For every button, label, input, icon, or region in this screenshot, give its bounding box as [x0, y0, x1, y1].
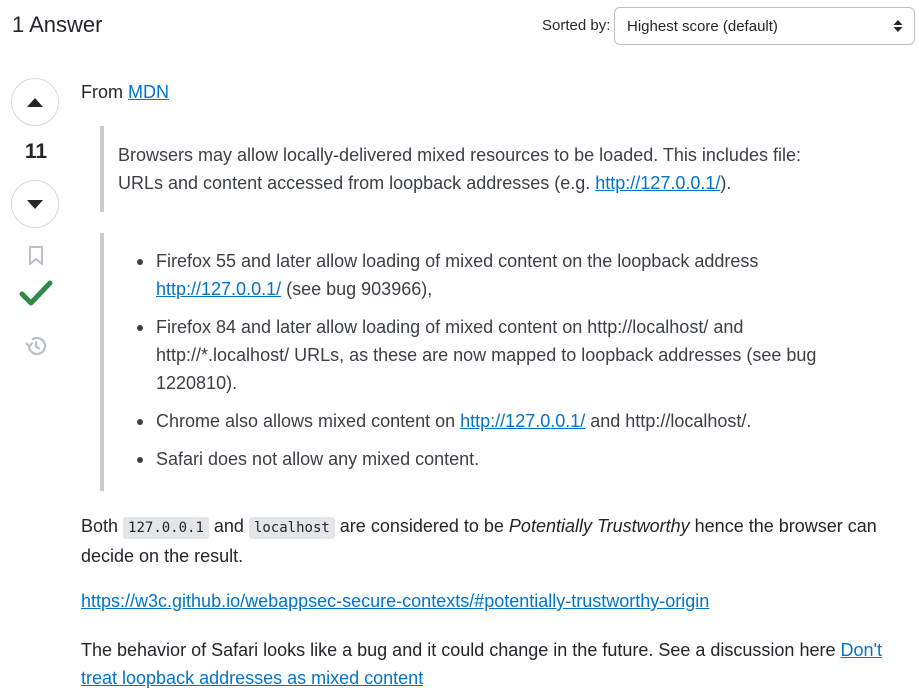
loopback-link[interactable]: http://127.0.0.1/ [595, 173, 720, 193]
paragraph-text: The behavior of Safari looks like a bug … [81, 640, 841, 660]
list-item-chrome: Chrome also allows mixed content on http… [137, 407, 876, 435]
checkmark-icon [19, 280, 53, 306]
list-item-suffix: (see bug 903966), [281, 279, 433, 299]
answers-count-heading: 1 Answer [12, 12, 103, 37]
spec-link-paragraph: https://w3c.github.io/webappsec-secure-c… [81, 587, 709, 615]
quote-paragraph: Browsers may allow locally-delivered mix… [118, 141, 838, 197]
blockquote-browser-list: Firefox 55 and later allow loading of mi… [100, 233, 860, 491]
browser-list: Firefox 55 and later allow loading of mi… [118, 247, 876, 483]
list-item-firefox-55: Firefox 55 and later allow loading of mi… [137, 247, 876, 303]
list-item-text: Safari does not allow any mixed content. [156, 449, 480, 469]
sort-select-value: Highest score (default) [627, 18, 778, 35]
mdn-link[interactable]: MDN [128, 82, 169, 102]
downvote-button[interactable] [11, 180, 59, 228]
list-item-suffix: and http://localhost/. [585, 411, 752, 431]
spec-link[interactable]: https://w3c.github.io/webappsec-secure-c… [81, 591, 709, 611]
vote-count: 11 [24, 140, 48, 163]
upvote-button[interactable] [11, 78, 59, 126]
sort-label: Sorted by: [542, 17, 611, 34]
quote-suffix: ). [720, 173, 732, 193]
intro-text: From [81, 82, 128, 102]
history-icon[interactable] [24, 334, 48, 358]
loopback-link[interactable]: http://127.0.0.1/ [156, 279, 281, 299]
list-item-text: Firefox 55 and later allow loading of mi… [156, 251, 759, 271]
blockquote-mdn: Browsers may allow locally-delivered mix… [100, 126, 860, 212]
sort-arrows-icon [893, 20, 903, 32]
vote-column: 11 [0, 70, 72, 390]
bookmark-icon[interactable] [27, 245, 45, 267]
intro-paragraph: From MDN [81, 78, 169, 106]
code-loopback-ip: 127.0.0.1 [123, 517, 209, 539]
list-item-text: Firefox 84 and later allow loading of mi… [156, 317, 817, 393]
sort-select[interactable]: Highest score (default) [614, 7, 915, 45]
list-item-safari: Safari does not allow any mixed content. [137, 445, 876, 473]
emphasis-text: Potentially Trustworthy [508, 516, 690, 536]
list-item-text: Chrome also allows mixed content on [156, 411, 461, 431]
trustworthy-paragraph: Both 127.0.0.1 and localhost are conside… [81, 512, 891, 570]
loopback-link[interactable]: http://127.0.0.1/ [460, 411, 585, 431]
arrow-down-icon [27, 200, 43, 209]
answers-header: 1 Answer Sorted by: Highest score (defau… [0, 0, 919, 52]
list-item-firefox-84: Firefox 84 and later allow loading of mi… [137, 313, 876, 397]
paragraph-text: are considered to be [334, 516, 509, 536]
code-localhost: localhost [248, 517, 335, 539]
paragraph-text: Both [81, 516, 124, 536]
safari-paragraph: The behavior of Safari looks like a bug … [81, 636, 891, 692]
arrow-up-icon [27, 98, 43, 107]
paragraph-text: and [208, 516, 249, 536]
